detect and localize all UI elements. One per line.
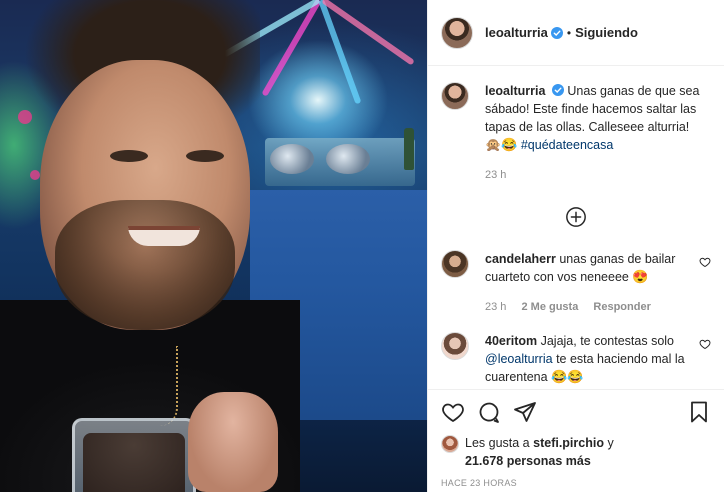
post-header: leoalturria • Siguiendo — [428, 0, 724, 66]
likes-text: Les gusta a stefi.pirchio y 21.678 perso… — [465, 434, 614, 470]
likes-conjunction: y — [607, 436, 614, 450]
action-icons — [441, 398, 711, 426]
caption-meta: 23 h — [485, 166, 711, 184]
bottle — [404, 128, 414, 170]
thumbs-up-hand — [188, 392, 278, 492]
following-button[interactable]: Siguiendo — [575, 25, 638, 40]
drink — [83, 433, 185, 492]
bookmark-icon[interactable] — [687, 400, 711, 424]
comment-time[interactable]: 23 h — [485, 301, 506, 313]
caption-body: leoalturria Unas ganas de que sea sábado… — [485, 82, 711, 184]
caption-emojis: 🙊😂 — [485, 137, 518, 152]
rugby-ball — [326, 144, 370, 174]
verified-icon — [551, 84, 564, 96]
post-actions: Les gusta a stefi.pirchio y 21.678 perso… — [428, 389, 724, 492]
comment-heart-icon[interactable] — [699, 256, 711, 268]
comment-item: candelaherr unas ganas de bailar cuartet… — [441, 250, 711, 316]
comment-emoji: 😍 — [632, 269, 649, 284]
post-timestamp[interactable]: HACE 23 HORAS — [441, 478, 711, 488]
necklace — [160, 346, 178, 426]
post-side-panel: leoalturria • Siguiendo leoalturria Unas… — [427, 0, 724, 492]
liker-avatar[interactable] — [441, 435, 459, 453]
verified-icon — [550, 26, 563, 39]
commenter-avatar[interactable] — [441, 332, 469, 360]
rugby-ball — [270, 144, 314, 174]
comment-body: candelaherr unas ganas de bailar cuartet… — [485, 250, 691, 316]
instagram-post: leoalturria • Siguiendo leoalturria Unas… — [0, 0, 724, 492]
comment-heart-icon[interactable] — [699, 338, 711, 350]
reply-button[interactable]: Responder — [593, 301, 650, 313]
comment-likes[interactable]: 2 Me gusta — [521, 301, 578, 313]
smile — [128, 226, 200, 246]
beard — [55, 200, 235, 330]
left-eye — [110, 150, 148, 162]
comment-text: Jajaja, te contestas solo — [540, 334, 675, 348]
add-circle-icon[interactable] — [565, 206, 587, 228]
comment-meta: 23 h 2 Me gusta Responder — [485, 298, 691, 316]
comment-item: 40eritom Jajaja, te contestas solo @leoa… — [441, 332, 711, 386]
caption-username[interactable]: leoalturria — [485, 84, 545, 98]
share-icon[interactable] — [513, 400, 537, 424]
right-eye — [186, 150, 224, 162]
heart-icon[interactable] — [441, 400, 465, 424]
caption: leoalturria Unas ganas de que sea sábado… — [441, 82, 711, 184]
comment-icon[interactable] — [477, 400, 501, 424]
likes-summary: Les gusta a stefi.pirchio y 21.678 perso… — [441, 434, 711, 470]
comment-body: 40eritom Jajaja, te contestas solo @leoa… — [485, 332, 691, 386]
comment-emoji: 😂😂 — [551, 369, 584, 384]
mention-link[interactable]: @leoalturria — [485, 352, 553, 366]
post-photo[interactable] — [0, 0, 427, 492]
hashtag-link[interactable]: #quédateencasa — [521, 138, 613, 152]
author-username[interactable]: leoalturria — [485, 25, 548, 40]
likes-prefix: Les gusta a — [465, 436, 530, 450]
glass-cup — [72, 418, 196, 492]
comment-username[interactable]: candelaherr — [485, 252, 556, 266]
liker-username[interactable]: stefi.pirchio — [533, 436, 604, 450]
comments-section: leoalturria Unas ganas de que sea sábado… — [428, 66, 724, 389]
caption-time[interactable]: 23 h — [485, 169, 506, 181]
load-more-comments[interactable] — [441, 206, 711, 228]
author-avatar[interactable] — [441, 16, 473, 49]
comment-username[interactable]: 40eritom — [485, 334, 537, 348]
caption-avatar[interactable] — [441, 82, 469, 110]
commenter-avatar[interactable] — [441, 250, 469, 278]
separator-dot: • — [566, 25, 572, 40]
likes-count[interactable]: 21.678 personas más — [465, 454, 591, 468]
